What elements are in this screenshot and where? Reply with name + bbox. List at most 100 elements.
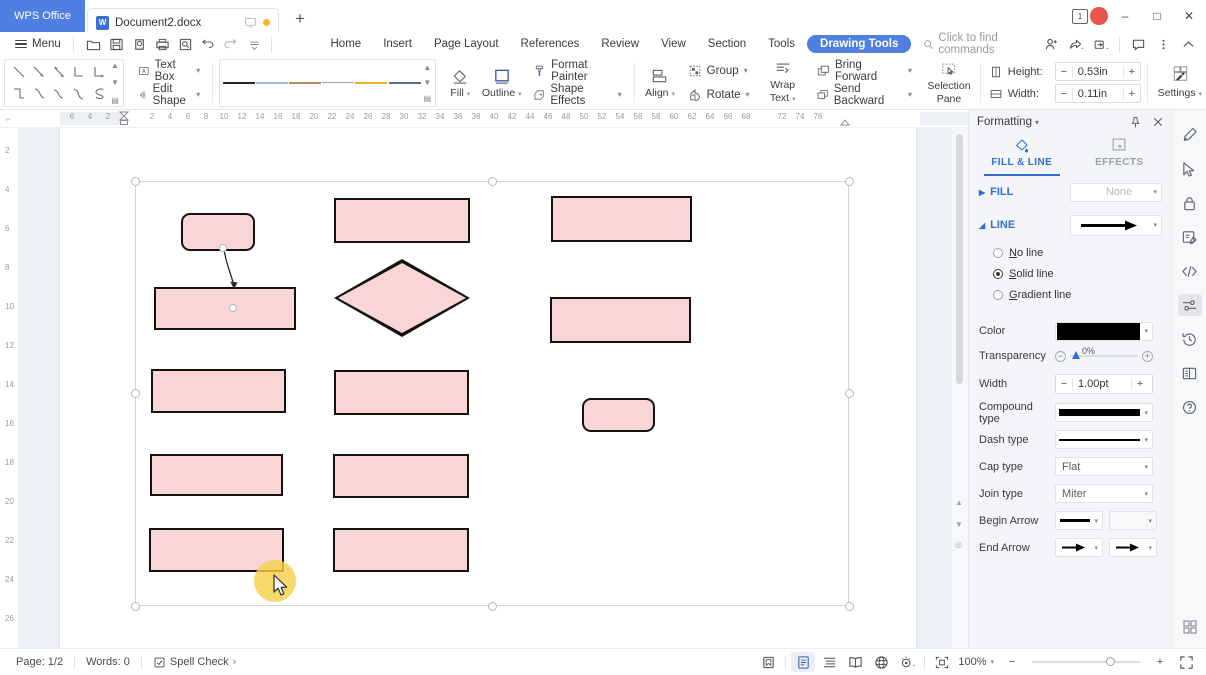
- line-style-1[interactable]: [222, 73, 255, 93]
- fill-type-dropdown[interactable]: None ▾: [1070, 182, 1162, 202]
- search-input[interactable]: Click to find commands: [938, 32, 1039, 56]
- radio-no-line[interactable]: [993, 247, 1003, 258]
- tab-references[interactable]: References: [511, 36, 590, 52]
- chevron-down-icon[interactable]: ▾: [990, 658, 994, 666]
- word-count[interactable]: Words: 0: [78, 656, 138, 668]
- tab-drawing-tools[interactable]: Drawing Tools: [807, 35, 912, 53]
- shape-curved-arrow-icon[interactable]: [49, 83, 69, 105]
- settings-button[interactable]: Settings ▾: [1154, 58, 1206, 108]
- shape-rect-11[interactable]: [551, 196, 692, 242]
- width-value[interactable]: 0.11in: [1073, 88, 1123, 100]
- fill-button[interactable]: Fill ▾: [442, 59, 478, 107]
- scrollbar-thumb[interactable]: [956, 134, 963, 384]
- group-button[interactable]: Group ▾: [682, 60, 756, 82]
- shape-rect-3[interactable]: [151, 369, 286, 413]
- text-box-button[interactable]: A Text Box ▾: [132, 59, 206, 83]
- line-color-swatch[interactable]: [1057, 322, 1140, 340]
- selection-handle-mr[interactable]: [844, 389, 854, 398]
- document-page[interactable]: [60, 128, 916, 648]
- selection-pane-button[interactable]: Selection Pane: [924, 58, 974, 108]
- shape-elbow-arrow-connector-icon[interactable]: [89, 61, 109, 83]
- selection-handle-tc[interactable]: [487, 176, 497, 186]
- tab-tools[interactable]: Tools: [758, 36, 805, 52]
- collapse-ribbon-icon[interactable]: [1176, 33, 1200, 55]
- dash-type-dropdown[interactable]: ▾: [1055, 430, 1153, 449]
- rotate-button[interactable]: Rotate ▾: [682, 84, 756, 106]
- transparency-slider[interactable]: − 0% +: [1055, 346, 1153, 362]
- shape-s-curve-icon[interactable]: [89, 83, 109, 105]
- shape-rect-6[interactable]: [334, 198, 470, 243]
- connector-shapes-gallery[interactable]: ▲ ▼ ▤: [4, 58, 124, 107]
- gallery-scroll-up-icon[interactable]: ▲: [423, 63, 431, 72]
- vertical-scrollbar[interactable]: ▲ ▼ ◎: [952, 128, 968, 648]
- line-section-header[interactable]: ◢ LINE: [979, 219, 1015, 231]
- shape-rect-9[interactable]: [333, 454, 469, 498]
- tab-view[interactable]: View: [651, 36, 696, 52]
- send-backward-button[interactable]: Send Backward ▾: [810, 83, 918, 107]
- line-width-plus-button[interactable]: +: [1131, 378, 1148, 390]
- history-icon[interactable]: [1178, 328, 1202, 350]
- line-option-gradient-line[interactable]: Gradient line: [969, 286, 1172, 303]
- wrap-text-button[interactable]: Wrap Text ▾: [760, 58, 806, 108]
- line-preset-dropdown[interactable]: ▾: [1070, 214, 1162, 236]
- transparency-decrease-button[interactable]: −: [1055, 350, 1066, 362]
- gallery-expand-icon[interactable]: ▤: [111, 96, 119, 105]
- scroll-select-browse-icon[interactable]: ◎: [955, 540, 962, 549]
- zoom-in-button[interactable]: +: [1148, 652, 1172, 672]
- shape-effects-button[interactable]: Shape Effects ▾: [527, 83, 627, 107]
- help-icon[interactable]: [1178, 396, 1202, 418]
- chevron-down-icon[interactable]: ▾: [196, 66, 200, 75]
- wps-office-logo[interactable]: WPS Office: [0, 0, 85, 32]
- monitor-icon[interactable]: [243, 16, 257, 30]
- outline-button[interactable]: Outline ▾: [478, 59, 525, 107]
- height-minus-button[interactable]: −: [1056, 65, 1073, 78]
- tab-effects[interactable]: EFFECTS: [1071, 134, 1169, 176]
- end-arrow-dropdown[interactable]: ▾: [1055, 538, 1103, 557]
- fullscreen-icon[interactable]: [1174, 652, 1198, 672]
- vertical-ruler[interactable]: 2 4 6 8 10 12 14 16 18 20 22 24 26: [0, 128, 18, 648]
- search-commands[interactable]: Click to find commands: [923, 32, 1039, 56]
- print-preview-icon[interactable]: [129, 33, 151, 55]
- transparency-increase-button[interactable]: +: [1142, 350, 1153, 362]
- close-icon[interactable]: [1152, 116, 1164, 128]
- width-minus-button[interactable]: −: [1056, 87, 1073, 100]
- find-replace-icon[interactable]: [175, 33, 197, 55]
- redo-icon[interactable]: [221, 33, 243, 55]
- undo-icon[interactable]: [198, 33, 220, 55]
- chevron-down-icon[interactable]: ▾: [744, 66, 748, 75]
- line-style-2[interactable]: [255, 73, 288, 93]
- share-user-icon[interactable]: [1039, 33, 1063, 55]
- arrow-connector[interactable]: [210, 243, 300, 313]
- shape-rect-4[interactable]: [150, 454, 283, 496]
- gallery-expand-icon[interactable]: ▤: [424, 94, 432, 103]
- shape-line-double-arrow-icon[interactable]: [49, 61, 69, 83]
- indent-marker-icon[interactable]: [119, 111, 129, 127]
- print-icon[interactable]: [152, 33, 174, 55]
- shape-rect-10[interactable]: [333, 528, 469, 572]
- selection-handle-tr[interactable]: [844, 176, 854, 186]
- line-style-4[interactable]: [322, 73, 355, 93]
- bring-forward-button[interactable]: Bring Forward ▾: [810, 59, 918, 83]
- close-button[interactable]: ✕: [1174, 2, 1204, 30]
- zoom-slider[interactable]: [1032, 657, 1140, 666]
- line-style-3[interactable]: [289, 73, 322, 93]
- chevron-down-icon[interactable]: ▾: [1035, 118, 1039, 127]
- shape-curved-connector-icon[interactable]: [29, 83, 49, 105]
- radio-solid-line[interactable]: [993, 268, 1003, 279]
- avatar[interactable]: [1090, 7, 1108, 25]
- width-plus-button[interactable]: +: [1122, 87, 1140, 100]
- open-icon[interactable]: [83, 33, 105, 55]
- zoom-level[interactable]: 100% ▾: [956, 656, 998, 668]
- minimize-button[interactable]: –: [1110, 2, 1140, 30]
- layout-icon[interactable]: [1178, 362, 1202, 384]
- line-styles-gallery[interactable]: ▲ ▼ ▤: [219, 58, 437, 107]
- shape-elbow-connector-icon[interactable]: [69, 61, 89, 83]
- document-canvas[interactable]: [18, 128, 968, 648]
- shape-rect-8[interactable]: [334, 370, 469, 415]
- cap-type-dropdown[interactable]: Flat ▾: [1055, 457, 1153, 476]
- share-icon[interactable]: [1064, 33, 1088, 55]
- save-icon[interactable]: [106, 33, 128, 55]
- menu-button[interactable]: Menu: [8, 33, 68, 55]
- connector-handle-start[interactable]: [219, 244, 227, 252]
- scroll-next-page-icon[interactable]: ▼: [955, 520, 963, 529]
